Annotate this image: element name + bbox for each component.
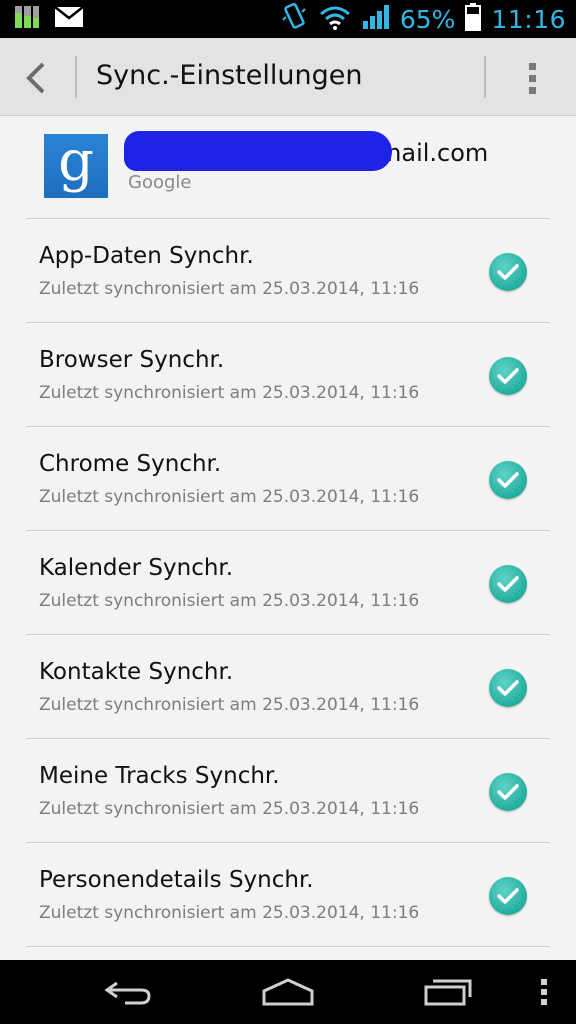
divider: [484, 56, 486, 98]
status-bar: 65% 11:16: [0, 0, 576, 38]
sync-checkbox[interactable]: [489, 253, 527, 291]
sync-item-last-synced: Zuletzt synchronisiert am 25.03.2014, 11…: [39, 487, 420, 507]
mail-icon: [54, 6, 84, 32]
storage-icon: [14, 4, 40, 34]
chevron-left-icon: [26, 62, 45, 94]
redaction-scribble: [124, 131, 392, 171]
sync-item-last-synced: Zuletzt synchronisiert am 25.03.2014, 11…: [39, 903, 420, 923]
sync-item-row[interactable]: Personendetails Synchr. Zuletzt synchroni…: [26, 843, 550, 947]
overflow-menu-button[interactable]: [510, 56, 554, 100]
sync-checkbox[interactable]: [489, 773, 527, 811]
account-type: Google: [128, 172, 192, 193]
divider: [75, 56, 77, 98]
sync-checkbox[interactable]: [489, 669, 527, 707]
sync-item-title: App-Daten Synchr.: [39, 243, 254, 269]
signal-icon: [362, 4, 390, 34]
checkmark-icon: [497, 264, 519, 280]
clock: 11:16: [491, 4, 566, 34]
checkmark-icon: [497, 472, 519, 488]
sync-item-row[interactable]: Kalender Synchr. Zuletzt synchronisiert a…: [26, 531, 550, 635]
sync-item-title: Meine Tracks Synchr.: [39, 763, 280, 789]
sync-checkbox[interactable]: [489, 357, 527, 395]
nav-home-button[interactable]: [260, 972, 316, 1012]
nav-back-button[interactable]: [100, 972, 156, 1012]
navigation-bar: [0, 960, 576, 1024]
back-nav-icon: [104, 981, 151, 1005]
sync-item-row[interactable]: Browser Synchr. Zuletzt synchronisiert am…: [26, 323, 550, 427]
overflow-menu-icon: [528, 62, 536, 70]
vibrate-icon: [280, 2, 308, 36]
nav-recent-apps-button[interactable]: [420, 972, 476, 1012]
sync-item-row[interactable]: Kontakte Synchr. Zuletzt synchronisiert a…: [26, 635, 550, 739]
sync-item-title: Kontakte Synchr.: [39, 659, 234, 685]
battery-percent: 65%: [399, 4, 456, 34]
sync-item-row[interactable]: App-Daten Synchr. Zuletzt synchronisiert …: [26, 219, 550, 323]
recent-apps-icon: [424, 979, 472, 1006]
google-logo: g: [44, 134, 108, 198]
sync-settings-content: g mail.com Google App-Daten Synchr. Zulet…: [0, 117, 576, 960]
sync-item-row[interactable]: Chrome Synchr. Zuletzt synchronisiert am …: [26, 427, 550, 531]
sync-checkbox[interactable]: [489, 461, 527, 499]
sync-checkbox[interactable]: [489, 877, 527, 915]
account-header: g mail.com Google: [26, 117, 550, 219]
sync-list: App-Daten Synchr. Zuletzt synchronisiert …: [26, 219, 550, 947]
sync-item-title: Chrome Synchr.: [39, 451, 222, 477]
menu-icon: [541, 979, 547, 1005]
sync-item-title: Personendetails Synchr.: [39, 867, 314, 893]
sync-item-last-synced: Zuletzt synchronisiert am 25.03.2014, 11…: [39, 591, 420, 611]
checkmark-icon: [497, 888, 519, 904]
nav-menu-button[interactable]: [530, 972, 558, 1012]
checkmark-icon: [497, 576, 519, 592]
wifi-icon: [318, 4, 352, 34]
action-bar: Sync.-Einstellungen: [0, 38, 576, 116]
sync-item-last-synced: Zuletzt synchronisiert am 25.03.2014, 11…: [39, 799, 420, 819]
sync-checkbox[interactable]: [489, 565, 527, 603]
battery-icon: [465, 3, 482, 35]
sync-item-last-synced: Zuletzt synchronisiert am 25.03.2014, 11…: [39, 383, 420, 403]
checkmark-icon: [497, 784, 519, 800]
sync-item-title: Browser Synchr.: [39, 347, 225, 373]
sync-item-last-synced: Zuletzt synchronisiert am 25.03.2014, 11…: [39, 695, 420, 715]
sync-item-row[interactable]: Meine Tracks Synchr. Zuletzt synchronisie…: [26, 739, 550, 843]
sync-item-last-synced: Zuletzt synchronisiert am 25.03.2014, 11…: [39, 279, 420, 299]
home-icon: [262, 978, 314, 1006]
checkmark-icon: [497, 368, 519, 384]
checkmark-icon: [497, 680, 519, 696]
back-button[interactable]: [14, 56, 58, 100]
notification-icons: [14, 6, 84, 32]
page-title: Sync.-Einstellungen: [96, 60, 363, 91]
sync-item-title: Kalender Synchr.: [39, 555, 234, 581]
